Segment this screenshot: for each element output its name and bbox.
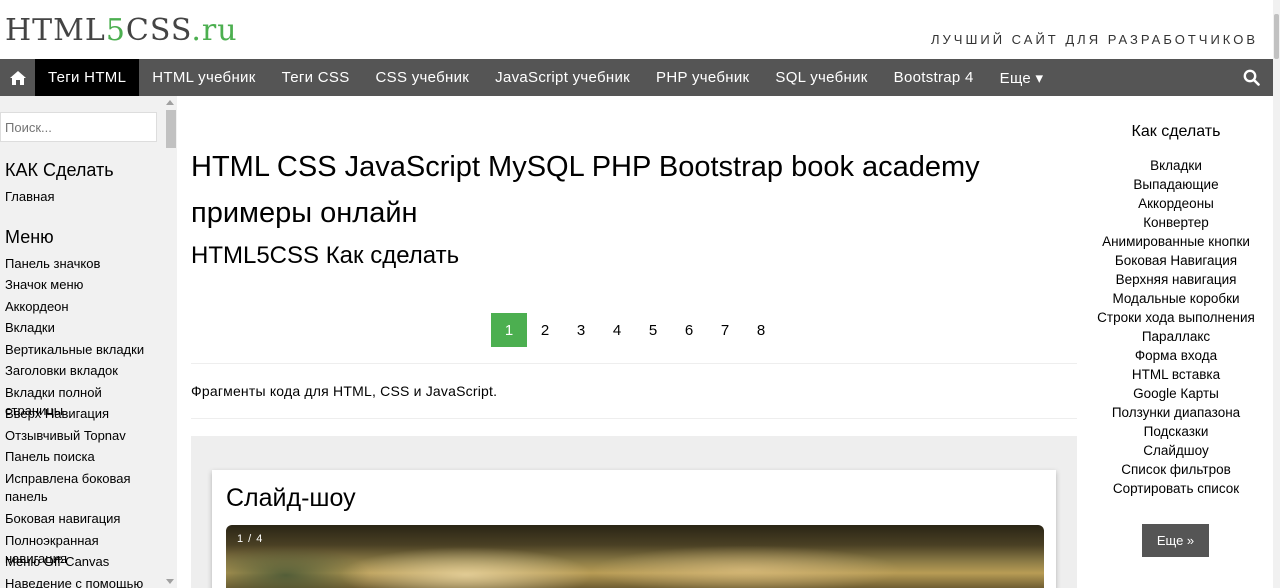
nav-item-html-tags[interactable]: Теги HTML bbox=[35, 59, 140, 96]
sidebar-search-input[interactable] bbox=[0, 112, 157, 142]
sidebar-item[interactable]: Исправлена боковая панель bbox=[5, 470, 140, 506]
howto-link[interactable]: Слайдшоу bbox=[1086, 441, 1266, 460]
logo-html: HTML bbox=[5, 13, 106, 48]
sidebar-item[interactable]: Меню Off-Canvas bbox=[5, 553, 163, 571]
sidebar-item[interactable]: Вверх Навигация bbox=[5, 405, 163, 423]
logo-ru: .ru bbox=[191, 13, 238, 48]
scroll-down-arrow-icon[interactable] bbox=[166, 579, 174, 584]
top-navigation: Теги HTML HTML учебник Теги CSS CSS учеб… bbox=[0, 59, 1273, 96]
sidebar-item[interactable]: Вкладки bbox=[5, 319, 163, 337]
howto-link[interactable]: Аккордеоны bbox=[1086, 194, 1266, 213]
nav-item-php-tutorial[interactable]: PHP учебник bbox=[643, 59, 762, 96]
right-sidebar-title: Как сделать bbox=[1131, 123, 1221, 140]
howto-link[interactable]: Выпадающие bbox=[1086, 175, 1266, 194]
page-link-active[interactable]: 1 bbox=[491, 313, 527, 347]
sidebar-item[interactable]: Вертикальные вкладки bbox=[5, 341, 163, 359]
divider bbox=[191, 363, 1077, 364]
nav-item-js-tutorial[interactable]: JavaScript учебник bbox=[482, 59, 643, 96]
howto-link[interactable]: Ползунки диапазона bbox=[1086, 403, 1266, 422]
sidebar-item[interactable]: Аккордеон bbox=[5, 298, 163, 316]
page-subtitle: HTML5CSS Как сделать bbox=[191, 242, 460, 269]
home-icon bbox=[9, 70, 26, 85]
logo-css: CSS bbox=[125, 13, 192, 48]
site-header: HTML5CSS.ru ЛУЧШИЙ САЙТ ДЛЯ РАЗРАБОТЧИКО… bbox=[0, 0, 1280, 59]
nav-item-css-tags[interactable]: Теги CSS bbox=[269, 59, 363, 96]
page-link[interactable]: 2 bbox=[527, 313, 563, 347]
sidebar-item[interactable]: Значок меню bbox=[5, 276, 163, 294]
page-link[interactable]: 4 bbox=[599, 313, 635, 347]
card-title: Слайд-шоу bbox=[226, 484, 356, 512]
howto-link[interactable]: Верхняя навигация bbox=[1086, 270, 1266, 289]
howto-link[interactable]: Google Карты bbox=[1086, 384, 1266, 403]
howto-link[interactable]: HTML вставка bbox=[1086, 365, 1266, 384]
nav-item-more-dropdown[interactable]: Еще ▾ bbox=[987, 59, 1057, 96]
nav-item-css-tutorial[interactable]: CSS учебник bbox=[363, 59, 483, 96]
sidebar-item[interactable]: Заголовки вкладок bbox=[5, 362, 163, 380]
sidebar-item[interactable]: Панель значков bbox=[5, 255, 163, 273]
sidebar-item[interactable]: Отзывчивый Topnav bbox=[5, 427, 163, 445]
page-scrollbar-thumb[interactable] bbox=[1274, 14, 1279, 59]
sidebar-section-title-howto: КАК Сделать bbox=[5, 160, 114, 180]
howto-link[interactable]: Вкладки bbox=[1086, 156, 1266, 175]
howto-link[interactable]: Строки хода выполнения bbox=[1086, 308, 1266, 327]
slideshow-card[interactable]: Слайд-шоу 1 / 4 bbox=[212, 470, 1056, 588]
intro-text: Фрагменты кода для HTML, CSS и JavaScrip… bbox=[191, 383, 498, 399]
site-tagline: ЛУЧШИЙ САЙТ ДЛЯ РАЗРАБОТЧИКОВ bbox=[931, 32, 1258, 47]
howto-link[interactable]: Модальные коробки bbox=[1086, 289, 1266, 308]
howto-link[interactable]: Форма входа bbox=[1086, 346, 1266, 365]
page-title: HTML CSS JavaScript MySQL PHP Bootstrap … bbox=[191, 151, 980, 229]
howto-link[interactable]: Список фильтров bbox=[1086, 460, 1266, 479]
howto-link[interactable]: Анимированные кнопки bbox=[1086, 232, 1266, 251]
home-button[interactable] bbox=[0, 59, 35, 96]
page-link[interactable]: 3 bbox=[563, 313, 599, 347]
logo-five: 5 bbox=[105, 13, 126, 48]
page-link[interactable]: 6 bbox=[671, 313, 707, 347]
howto-link[interactable]: Подсказки bbox=[1086, 422, 1266, 441]
page-link[interactable]: 7 bbox=[707, 313, 743, 347]
howto-link[interactable]: Сортировать список bbox=[1086, 479, 1266, 498]
page-link[interactable]: 5 bbox=[635, 313, 671, 347]
slide-counter: 1 / 4 bbox=[237, 533, 264, 545]
divider bbox=[191, 418, 1077, 419]
left-sidebar: КАК Сделать Главная Меню Панель значков … bbox=[0, 96, 177, 588]
slide-photo bbox=[226, 525, 1044, 588]
sidebar-scrollbar-thumb[interactable] bbox=[166, 110, 176, 148]
search-button[interactable] bbox=[1229, 59, 1273, 96]
sidebar-scrollbar[interactable] bbox=[163, 96, 177, 588]
sidebar-item[interactable]: Панель поиска bbox=[5, 448, 163, 466]
howto-link[interactable]: Параллакс bbox=[1086, 327, 1266, 346]
sidebar-item[interactable]: Наведение с помощью bbox=[5, 575, 163, 588]
howto-link[interactable]: Боковая Навигация bbox=[1086, 251, 1266, 270]
pagination: 1 2 3 4 5 6 7 8 bbox=[491, 313, 779, 347]
sidebar-section-title-menu: Меню bbox=[5, 227, 54, 247]
sidebar-item-home[interactable]: Главная bbox=[5, 188, 163, 206]
slideshow-image[interactable]: 1 / 4 bbox=[226, 525, 1044, 588]
scroll-up-arrow-icon[interactable] bbox=[166, 100, 174, 105]
search-icon bbox=[1243, 69, 1260, 86]
site-logo[interactable]: HTML5CSS.ru bbox=[5, 13, 238, 48]
nav-item-sql-tutorial[interactable]: SQL учебник bbox=[762, 59, 880, 96]
howto-link[interactable]: Конвертер bbox=[1086, 213, 1266, 232]
page-link[interactable]: 8 bbox=[743, 313, 779, 347]
more-button[interactable]: Еще » bbox=[1142, 524, 1209, 557]
nav-item-html-tutorial[interactable]: HTML учебник bbox=[139, 59, 268, 96]
page-scrollbar[interactable] bbox=[1273, 0, 1280, 588]
nav-item-bootstrap[interactable]: Bootstrap 4 bbox=[881, 59, 987, 96]
sidebar-item[interactable]: Боковая навигация bbox=[5, 510, 163, 528]
